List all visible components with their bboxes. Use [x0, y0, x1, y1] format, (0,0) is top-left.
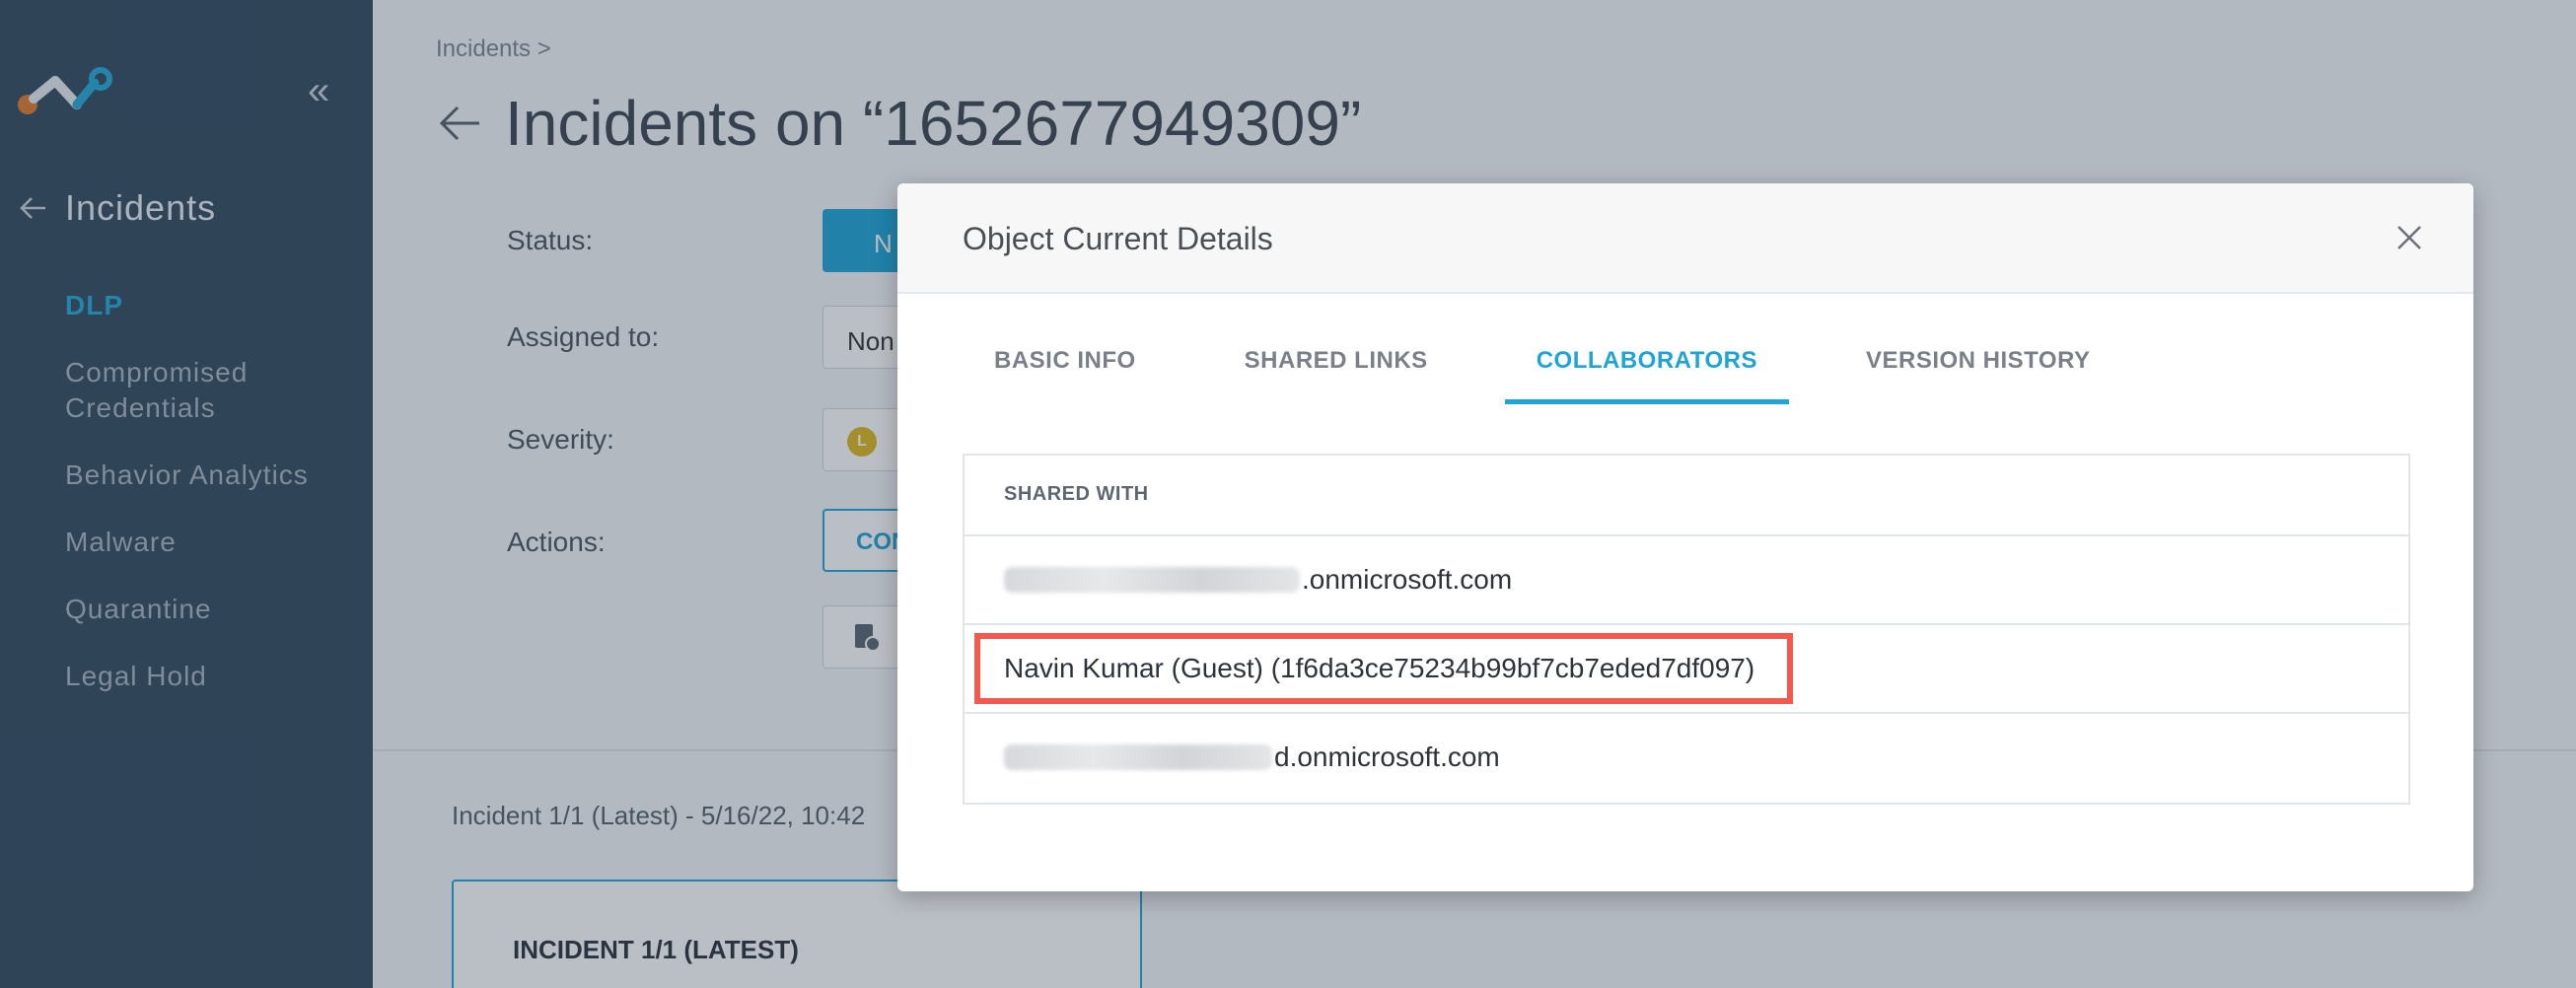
- collaborator-cell: Navin Kumar (Guest) (1f6da3ce75234b99bf7…: [1004, 653, 1754, 684]
- redacted-text: [1004, 567, 1300, 593]
- tab-shared-links[interactable]: SHARED LINKS: [1213, 347, 1460, 402]
- modal-title: Object Current Details: [963, 221, 1273, 256]
- tab-version-history[interactable]: VERSION HISTORY: [1834, 347, 2122, 402]
- modal-tabs: BASIC INFO SHARED LINKS COLLABORATORS VE…: [963, 347, 2168, 404]
- collaborator-email-suffix: .onmicrosoft.com: [1302, 564, 1513, 595]
- collaborators-table: SHARED WITH .onmicrosoft.com Navin Kumar…: [963, 454, 2410, 805]
- close-icon[interactable]: [2393, 221, 2426, 254]
- collaborator-cell: d.onmicrosoft.com: [1004, 741, 1500, 773]
- object-details-modal: Object Current Details BASIC INFO SHARED…: [897, 183, 2473, 891]
- redacted-text: [1004, 744, 1272, 770]
- shared-with-header: SHARED WITH: [965, 456, 2408, 536]
- tab-basic-info[interactable]: BASIC INFO: [963, 347, 1168, 402]
- table-row: Navin Kumar (Guest) (1f6da3ce75234b99bf7…: [965, 625, 2408, 714]
- modal-header: Object Current Details: [897, 183, 2473, 294]
- table-row: d.onmicrosoft.com: [965, 714, 2408, 803]
- collaborator-name: Navin Kumar (Guest) (1f6da3ce75234b99bf7…: [1004, 653, 1755, 683]
- collaborator-cell: .onmicrosoft.com: [1004, 564, 1512, 596]
- collaborator-email-suffix: d.onmicrosoft.com: [1274, 741, 1500, 772]
- tab-collaborators[interactable]: COLLABORATORS: [1504, 347, 1790, 404]
- table-row: .onmicrosoft.com: [965, 536, 2408, 625]
